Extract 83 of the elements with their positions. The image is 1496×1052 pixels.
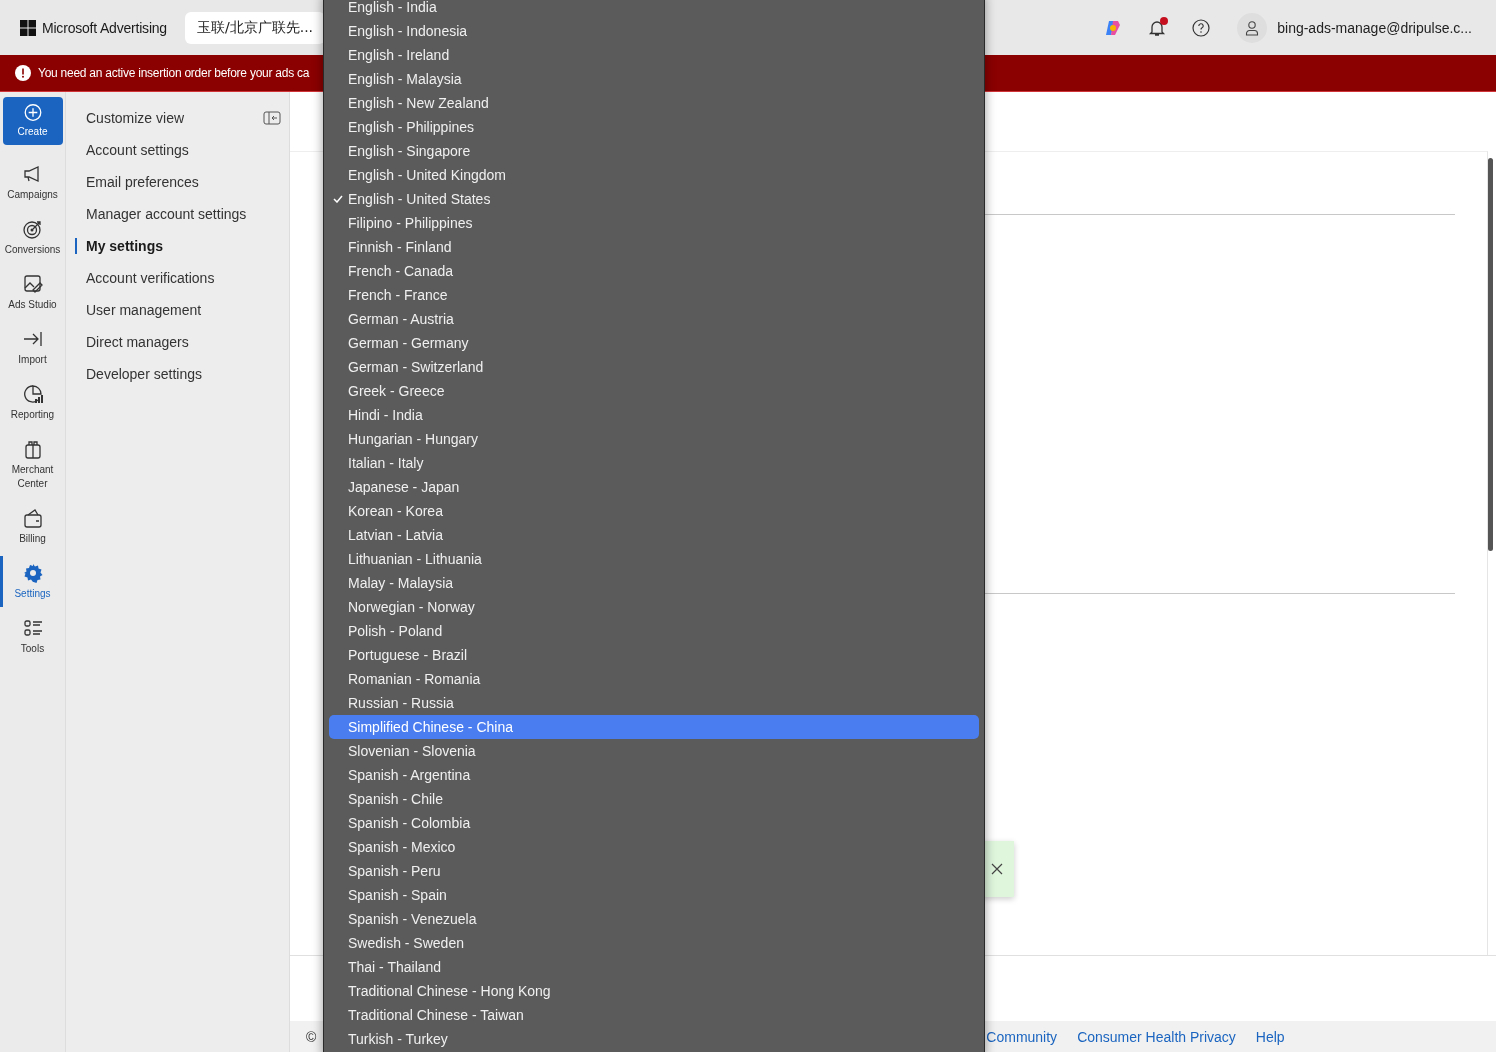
settings-nav-link[interactable]: Direct managers bbox=[66, 330, 281, 354]
language-option[interactable]: Traditional Chinese - Hong Kong bbox=[329, 979, 979, 1003]
wallet-icon bbox=[21, 507, 44, 529]
footer-link[interactable]: Community bbox=[986, 1028, 1058, 1045]
language-option[interactable]: Latvian - Latvia bbox=[329, 523, 979, 547]
language-option[interactable]: Spanish - Mexico bbox=[329, 835, 979, 859]
language-option[interactable]: English - United Kingdom bbox=[329, 163, 979, 187]
language-option[interactable]: Spanish - Peru bbox=[329, 859, 979, 883]
nav-item[interactable]: Import bbox=[2, 322, 63, 373]
language-option[interactable]: Lithuanian - Lithuania bbox=[329, 547, 979, 571]
settings-nav-link[interactable]: Developer settings bbox=[66, 362, 281, 386]
language-option[interactable]: Greek - Greece bbox=[329, 379, 979, 403]
settings-nav-link[interactable]: Manager account settings bbox=[66, 202, 281, 226]
language-option[interactable]: English - Singapore bbox=[329, 139, 979, 163]
language-option[interactable]: Norwegian - Norway bbox=[329, 595, 979, 619]
nav-item[interactable]: Tools bbox=[2, 611, 63, 662]
banner-message: You need an active insertion order before your ads ca bbox=[38, 66, 310, 80]
language-option[interactable]: English - Malaysia bbox=[329, 67, 979, 91]
settings-nav-link[interactable]: Account settings bbox=[66, 138, 281, 162]
nav-item[interactable]: Ads Studio bbox=[2, 267, 63, 318]
language-option[interactable]: Italian - Italy bbox=[329, 451, 979, 475]
language-option[interactable]: Slovenian - Slovenia bbox=[329, 739, 979, 763]
avatar-icon[interactable] bbox=[1237, 12, 1268, 43]
settings-nav-link[interactable]: My settings bbox=[66, 234, 281, 258]
nav-item[interactable]: Settings bbox=[2, 556, 63, 607]
language-option[interactable]: Hungarian - Hungary bbox=[329, 427, 979, 451]
language-option[interactable]: English - United States bbox=[329, 187, 979, 211]
language-option[interactable]: Polish - Poland bbox=[329, 619, 979, 643]
settings-nav-link[interactable]: Account verifications bbox=[66, 266, 281, 290]
chart-icon bbox=[21, 383, 44, 405]
settings-nav-link[interactable]: Email preferences bbox=[66, 170, 281, 194]
nav-item[interactable]: Reporting bbox=[2, 377, 63, 428]
language-option[interactable]: Spanish - Chile bbox=[329, 787, 979, 811]
language-option[interactable]: French - Canada bbox=[329, 259, 979, 283]
language-option[interactable]: Spanish - Argentina bbox=[329, 763, 979, 787]
customize-view-label: Customize view bbox=[86, 110, 185, 126]
create-button[interactable]: Create bbox=[2, 97, 63, 145]
language-option[interactable]: Finnish - Finland bbox=[329, 235, 979, 259]
language-option[interactable]: Swedish - Sweden bbox=[329, 931, 979, 955]
language-option[interactable]: Thai - Thailand bbox=[329, 955, 979, 979]
language-option[interactable]: Portuguese - Brazil bbox=[329, 643, 979, 667]
scrollbar[interactable] bbox=[1488, 158, 1493, 551]
language-option[interactable]: Romanian - Romania bbox=[329, 667, 979, 691]
target-icon bbox=[21, 218, 44, 240]
nav-item[interactable]: Billing bbox=[2, 501, 63, 552]
language-option[interactable]: German - Switzerland bbox=[329, 355, 979, 379]
language-option[interactable]: German - Germany bbox=[329, 331, 979, 355]
account-selector[interactable]: 玉联/北京广联先... bbox=[184, 11, 326, 44]
language-option[interactable]: Filipino - Philippines bbox=[329, 211, 979, 235]
language-option[interactable]: Spanish - Colombia bbox=[329, 811, 979, 835]
brand-name[interactable]: Microsoft Advertising bbox=[42, 19, 167, 36]
error-icon bbox=[15, 65, 31, 81]
nav-item[interactable]: Merchant Center bbox=[2, 432, 63, 497]
footer-link[interactable]: Consumer Health Privacy bbox=[1077, 1028, 1236, 1045]
language-option[interactable]: Turkish - Turkey bbox=[329, 1027, 979, 1051]
language-option[interactable]: French - France bbox=[329, 283, 979, 307]
logo-icon bbox=[20, 19, 36, 36]
close-icon[interactable] bbox=[991, 863, 1003, 875]
language-option[interactable]: English - Philippines bbox=[329, 115, 979, 139]
list-icon bbox=[21, 617, 44, 639]
language-option[interactable]: Spanish - Spain bbox=[329, 883, 979, 907]
settings-nav-link[interactable]: User management bbox=[66, 298, 281, 322]
language-option[interactable]: Russian - Russia bbox=[329, 691, 979, 715]
language-option[interactable]: Simplified Chinese - China bbox=[329, 715, 979, 739]
copyright-text: © bbox=[306, 1028, 317, 1045]
language-option[interactable]: German - Austria bbox=[329, 307, 979, 331]
collapse-panel-icon[interactable] bbox=[263, 111, 281, 125]
image-edit-icon bbox=[21, 273, 44, 295]
language-option[interactable]: Spanish - Venezuela bbox=[329, 907, 979, 931]
language-option[interactable]: Japanese - Japan bbox=[329, 475, 979, 499]
language-option[interactable]: English - India bbox=[329, 0, 979, 19]
settings-icon bbox=[21, 562, 44, 584]
language-option[interactable]: English - Ireland bbox=[329, 43, 979, 67]
language-option[interactable]: English - New Zealand bbox=[329, 91, 979, 115]
language-option[interactable]: Traditional Chinese - Taiwan bbox=[329, 1003, 979, 1027]
nav-item[interactable]: Campaigns bbox=[2, 157, 63, 208]
language-option[interactable]: English - Indonesia bbox=[329, 19, 979, 43]
footer-link[interactable]: Help bbox=[1255, 1028, 1285, 1045]
nav-item[interactable]: Conversions bbox=[2, 212, 63, 263]
language-option[interactable]: Korean - Korea bbox=[329, 499, 979, 523]
language-option[interactable]: Hindi - India bbox=[329, 403, 979, 427]
language-option[interactable]: Malay - Malaysia bbox=[329, 571, 979, 595]
user-email[interactable]: bing-ads-manage@dripulse.c... bbox=[1277, 19, 1472, 36]
